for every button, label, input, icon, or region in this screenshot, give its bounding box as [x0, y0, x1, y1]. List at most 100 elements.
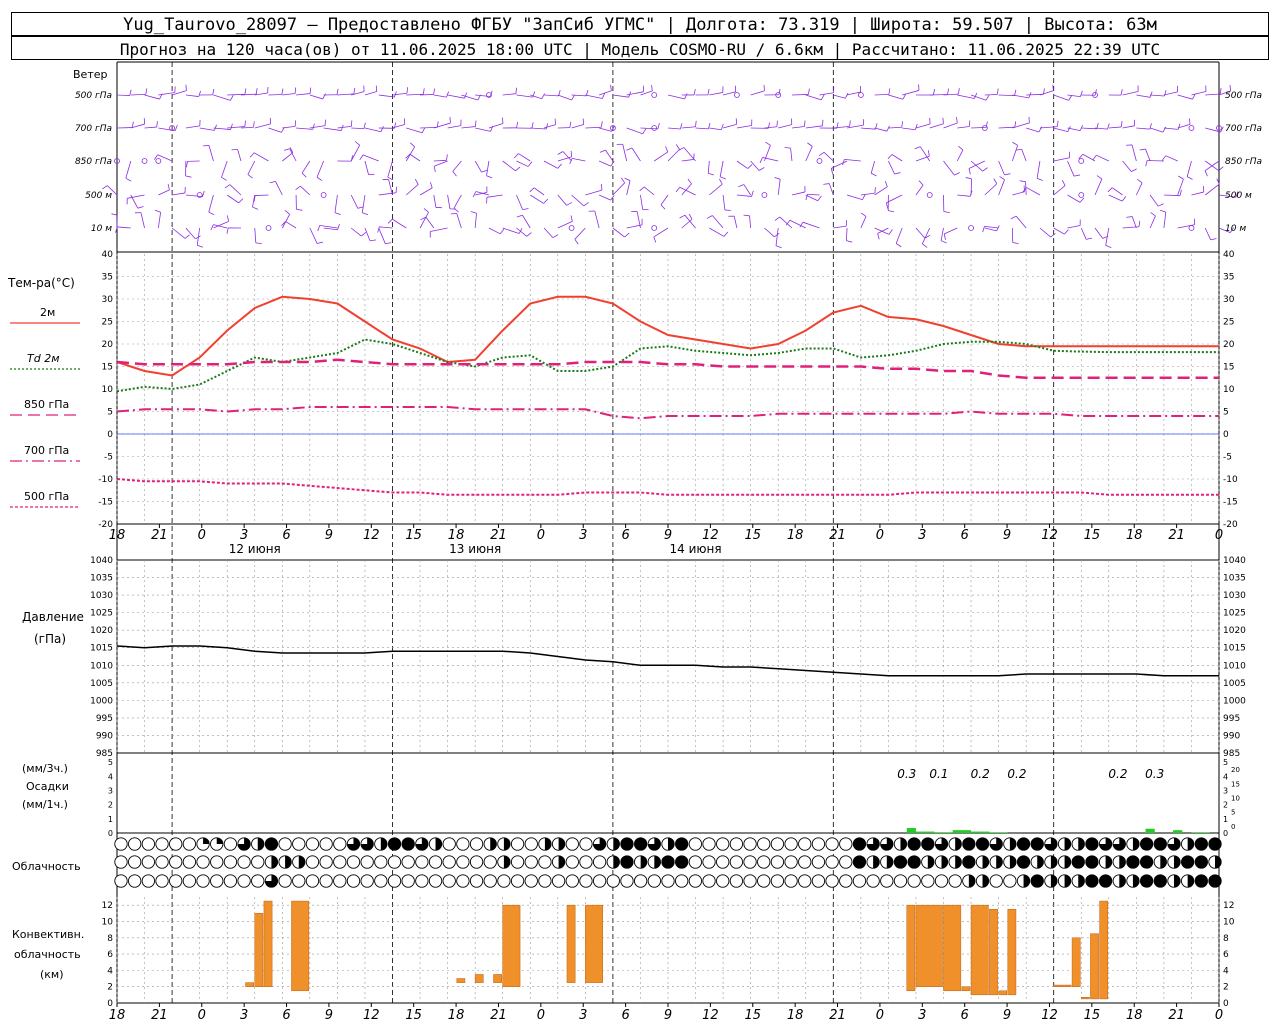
precip-tick-right2: 0	[1231, 823, 1235, 831]
wind-barb	[488, 123, 504, 129]
cloud-circle	[128, 874, 142, 888]
conv-bar	[1099, 900, 1109, 1000]
cloud-circle	[579, 855, 593, 869]
wind-barb-feather	[230, 123, 233, 130]
wind-barb	[185, 94, 199, 97]
wind-barb-feather	[1096, 175, 1103, 180]
cloud-circle	[114, 874, 128, 888]
cloud-fill	[620, 837, 634, 851]
pres-tick-left: 1035	[90, 574, 113, 584]
cloud-circle	[415, 855, 429, 869]
wind-barb-feather	[845, 92, 849, 99]
wind-barb-feather	[224, 184, 231, 189]
wind-barb	[1108, 194, 1123, 202]
hour-label-bottom: 9	[664, 1008, 672, 1023]
calm-circle	[320, 192, 327, 198]
cloud-circle	[579, 874, 593, 888]
cloud-circle	[141, 874, 156, 888]
wind-barb	[557, 194, 567, 206]
wind-barb-feather	[958, 88, 960, 95]
wind-barb	[240, 126, 254, 129]
wind-barb	[379, 226, 393, 229]
wind-barb-feather	[1107, 187, 1113, 193]
wind-barb-feather	[322, 93, 326, 100]
wind-barb-feather	[1068, 95, 1073, 101]
cloud-fill	[257, 837, 264, 851]
wind-barb	[275, 181, 283, 196]
wind-barb-feather	[675, 187, 681, 193]
cloud-fill	[1064, 874, 1071, 888]
wind-barb	[807, 193, 820, 196]
wind-barb	[1015, 215, 1027, 229]
hour-label-bottom: 18	[448, 1008, 465, 1023]
wind-barb-feather	[660, 204, 666, 210]
precip-bar	[915, 831, 935, 833]
wind-barb	[392, 218, 407, 229]
cloud-fill	[654, 855, 661, 869]
hour-label-bottom: 21	[1168, 1008, 1185, 1023]
cloud-fill	[1173, 855, 1181, 869]
wind-barb-feather	[894, 172, 901, 175]
wind-barb	[1081, 127, 1097, 130]
wind-barb-feather	[1019, 180, 1026, 183]
cloud-circle	[333, 855, 347, 869]
wind-barb	[943, 160, 955, 176]
wind-barb	[255, 194, 269, 196]
wind-barb	[309, 125, 326, 129]
cloud-circle	[333, 874, 347, 888]
wind-barb	[447, 125, 461, 129]
wind-barb-feather	[380, 126, 384, 132]
wind-barb-feather	[369, 239, 377, 242]
conv-bar	[1071, 937, 1081, 987]
cloud-circle	[155, 837, 169, 851]
wind-barb-feather	[131, 121, 134, 128]
wind-barb	[433, 122, 451, 129]
wind-barb	[968, 160, 985, 169]
day-label: 12 июня	[229, 542, 281, 556]
wind-barb	[984, 227, 997, 232]
wind-barb	[750, 160, 760, 171]
cloud-circle	[729, 874, 744, 888]
cloud-fill	[1154, 837, 1167, 851]
conv-bar	[1053, 984, 1072, 987]
pres-tick-left: 995	[96, 714, 113, 724]
cloud-circle	[415, 874, 429, 888]
wind-barb	[888, 126, 902, 129]
wind-barb	[1012, 191, 1025, 196]
temp-tick-left: 10	[102, 385, 114, 395]
wind-barb-feather	[887, 154, 893, 160]
precip-bar	[1191, 832, 1210, 833]
temp-tick-right: 30	[1223, 295, 1235, 305]
calm-circle	[1188, 125, 1195, 131]
cloud-circle	[346, 874, 361, 888]
wind-barb-feather	[1150, 212, 1156, 217]
cloud-fill	[1181, 855, 1194, 869]
cloud-fill	[962, 837, 976, 851]
conv-bar	[1090, 933, 1099, 1000]
precip-bar	[952, 830, 972, 833]
hour-label-mid: 3	[579, 528, 587, 543]
conv-bar	[989, 908, 998, 996]
wind-barb-feather	[1131, 168, 1137, 172]
wind-barb	[612, 182, 625, 196]
wind-barb-feather	[214, 124, 217, 131]
cloud-fill	[1215, 855, 1222, 869]
cloud-fill	[388, 837, 401, 851]
wind-barb-feather	[778, 88, 781, 95]
wind-barb-feather	[301, 172, 307, 178]
wind-barb	[874, 186, 888, 196]
cloud-fill	[1119, 874, 1126, 888]
conv-bar	[291, 900, 310, 992]
cloud-fill	[640, 855, 647, 869]
wind-barb-feather	[688, 213, 693, 220]
wind-barb	[736, 125, 752, 129]
temp-tick-right: 20	[1223, 340, 1235, 350]
hour-label-mid: 18	[1126, 528, 1143, 543]
precip-bar	[1173, 830, 1183, 833]
cloud-circle	[360, 855, 374, 869]
hour-label-bottom: 3	[918, 1008, 926, 1023]
cloud-circle	[210, 855, 224, 869]
wind-barb	[1067, 127, 1081, 132]
cloud-fill	[982, 874, 989, 888]
wind-barb	[475, 94, 491, 97]
